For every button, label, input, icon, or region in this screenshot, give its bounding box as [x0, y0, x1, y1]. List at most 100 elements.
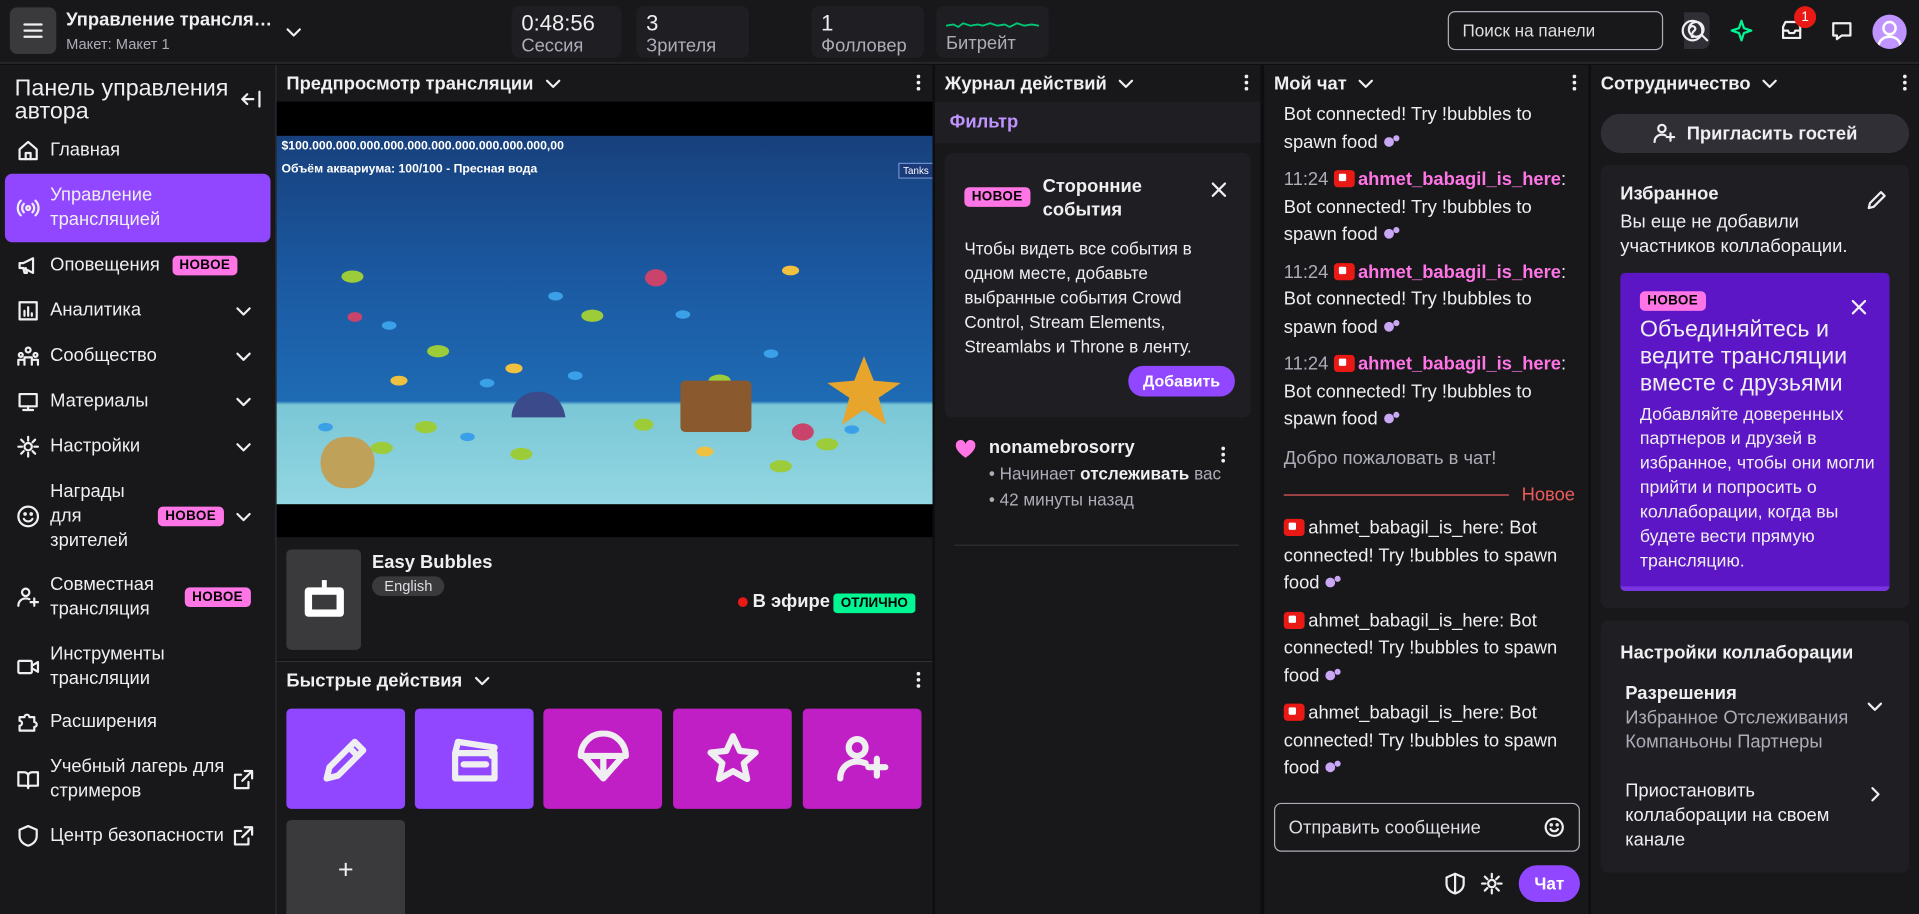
- sidebar-item-label: Настройки: [50, 435, 141, 457]
- chat-settings-icon[interactable]: [1480, 871, 1504, 895]
- stream-health-badge: ОТЛИЧНО: [833, 593, 916, 614]
- rewards-icon: [17, 505, 40, 528]
- chevron-down-icon[interactable]: [1758, 71, 1782, 95]
- sidebar-item-community[interactable]: Сообщество: [5, 344, 271, 368]
- close-icon[interactable]: [1207, 177, 1231, 201]
- chevron-down-icon[interactable]: [1114, 71, 1138, 95]
- chat-input[interactable]: [1275, 816, 1542, 838]
- dashboard-title[interactable]: Управление трансляцией: [66, 10, 274, 31]
- message-user[interactable]: ahmet_babagil_is_here: [1358, 261, 1561, 282]
- game-name[interactable]: Easy Bubbles: [372, 552, 492, 573]
- message-user[interactable]: ahmet_babagil_is_here: [1358, 354, 1561, 375]
- help-icon[interactable]: [1680, 18, 1704, 42]
- sidebar-item-stream-manager[interactable]: Управление трансляцией: [4, 173, 271, 243]
- message-time: 11:24: [1283, 261, 1329, 283]
- language-tag[interactable]: English: [372, 576, 445, 596]
- emote-picker-icon[interactable]: [1542, 815, 1566, 839]
- pause-collabs-row[interactable]: Приостановить коллаборации на своем кана…: [1625, 780, 1858, 853]
- bubbles-emote-icon: [1384, 319, 1400, 332]
- chevron-down-icon[interactable]: [1863, 694, 1887, 718]
- home-icon: [18, 140, 38, 161]
- community-icon: [17, 346, 40, 366]
- sidebar-item-stream-tools[interactable]: Инструменты трансляции: [5, 641, 271, 692]
- quick-action-raid[interactable]: [802, 708, 922, 809]
- message-user[interactable]: ahmet_babagil_is_here: [1358, 169, 1561, 190]
- message-user[interactable]: ahmet_babagil_is_here: [1308, 702, 1499, 723]
- video-player[interactable]: $100.000.000.000.000.000.000.000.000.000…: [276, 101, 933, 538]
- search-input[interactable]: [1448, 12, 1684, 49]
- stat-label: Зрителя: [646, 35, 717, 57]
- settings-title: Настройки коллаборации: [1620, 642, 1854, 664]
- chevron-down-icon[interactable]: [541, 71, 565, 95]
- more-options-icon[interactable]: [1572, 72, 1577, 93]
- invite-label: Пригласить гостей: [1686, 122, 1858, 144]
- sidebar-item-extensions[interactable]: Расширения: [5, 710, 271, 734]
- menu-icon: [23, 23, 43, 38]
- broadcaster-badge-icon: [1333, 170, 1355, 188]
- bubbles-emote-icon: [1384, 227, 1400, 239]
- new-badge: НОВОЕ: [1639, 291, 1706, 311]
- permissions-value: Избранное Отслеживания Компаньоны Партне…: [1625, 707, 1849, 753]
- sidebar-item-collab-stream[interactable]: Совместная трансляция НОВОЕ: [5, 572, 271, 623]
- quick-action-clip[interactable]: [414, 708, 534, 809]
- stat-label: Битрейт: [945, 33, 1016, 54]
- send-chat-button[interactable]: Чат: [1518, 865, 1580, 902]
- avatar[interactable]: [1872, 14, 1907, 49]
- sidebar-item-home[interactable]: Главная: [5, 138, 271, 162]
- quick-action-drops[interactable]: [543, 708, 663, 809]
- add-quick-action-button[interactable]: +: [286, 819, 406, 914]
- chat-input-box: [1273, 802, 1580, 852]
- sidebar-item-alerts[interactable]: Оповещения НОВОЕ: [5, 253, 271, 277]
- add-user-icon: [836, 735, 888, 782]
- sidebar-item-rewards[interactable]: Награды для зрителей НОВОЕ: [5, 479, 271, 555]
- pencil-icon[interactable]: [1865, 187, 1889, 211]
- sidebar-item-content[interactable]: Материалы: [5, 389, 271, 413]
- permissions-title: Разрешения: [1625, 682, 1737, 704]
- chat-messages-new: ahmet_babagil_is_here: Bot connected! Tr…: [1283, 515, 1578, 782]
- sidebar-item-safety[interactable]: Центр безопасности: [5, 824, 271, 848]
- chevron-down-icon[interactable]: [470, 668, 494, 692]
- chat-message: 11:24 ahmet_babagil_is_here: Bot connect…: [1283, 353, 1567, 430]
- live-status: В эфире: [737, 591, 830, 612]
- permissions-row[interactable]: Разрешения Избранное Отслеживания Компань…: [1625, 682, 1870, 755]
- quick-action-edit-info[interactable]: [286, 708, 406, 809]
- activity-feed-panel: Журнал действий Фильтр НОВОЕ Сторонние с…: [934, 64, 1261, 914]
- collapse-icon[interactable]: [239, 87, 263, 111]
- sidebar-item-bootcamp[interactable]: Учебный лагерь для стримеров: [5, 754, 271, 805]
- more-options-icon[interactable]: [1903, 72, 1907, 93]
- sidebar-item-label: Инструменты трансляции: [50, 643, 165, 689]
- chevron-down-icon: [236, 512, 251, 522]
- panel-header: Сотрудничество: [1590, 64, 1919, 102]
- invite-guests-button[interactable]: Пригласить гостей: [1600, 113, 1910, 153]
- sidebar-item-analytics[interactable]: Аналитика: [5, 299, 271, 323]
- game-thumbnail[interactable]: [286, 549, 362, 650]
- menu-button[interactable]: [9, 7, 57, 54]
- chevron-down-icon[interactable]: [281, 20, 305, 44]
- message-time: 11:24: [1283, 353, 1329, 375]
- new-badge: НОВОЕ: [184, 587, 251, 608]
- quick-action-highlight[interactable]: [673, 708, 792, 809]
- more-options-icon[interactable]: [1221, 444, 1226, 465]
- more-options-icon[interactable]: [916, 669, 921, 690]
- close-icon[interactable]: [1847, 295, 1871, 319]
- sparkle-icon[interactable]: [1729, 18, 1753, 42]
- message-user[interactable]: ahmet_babagil_is_here: [1308, 610, 1499, 631]
- chevron-right-icon[interactable]: [1863, 782, 1887, 806]
- chevron-down-icon[interactable]: [1354, 71, 1378, 95]
- mod-shield-icon[interactable]: [1443, 871, 1467, 895]
- stream-preview-panel: Предпросмотр трансляции $100.000.000.000…: [276, 64, 933, 660]
- whispers-icon[interactable]: [1830, 18, 1854, 42]
- broadcaster-badge-icon: [1283, 518, 1305, 537]
- stat-value: 1: [821, 11, 834, 36]
- sidebar-item-label: Награды для зрителей: [50, 480, 129, 551]
- add-events-button[interactable]: Добавить: [1128, 365, 1235, 397]
- event-username[interactable]: nonamebrosorry: [989, 437, 1135, 458]
- filter-button[interactable]: Фильтр: [950, 111, 1018, 132]
- panel-header: Предпросмотр трансляции: [276, 64, 933, 102]
- more-options-icon[interactable]: [1244, 72, 1249, 93]
- sidebar-item-label: Центр безопасности: [50, 824, 224, 846]
- heart-icon: [955, 439, 976, 458]
- sidebar-item-settings[interactable]: Настройки: [5, 434, 271, 458]
- more-options-icon[interactable]: [916, 72, 921, 93]
- message-user[interactable]: ahmet_babagil_is_here: [1308, 518, 1499, 539]
